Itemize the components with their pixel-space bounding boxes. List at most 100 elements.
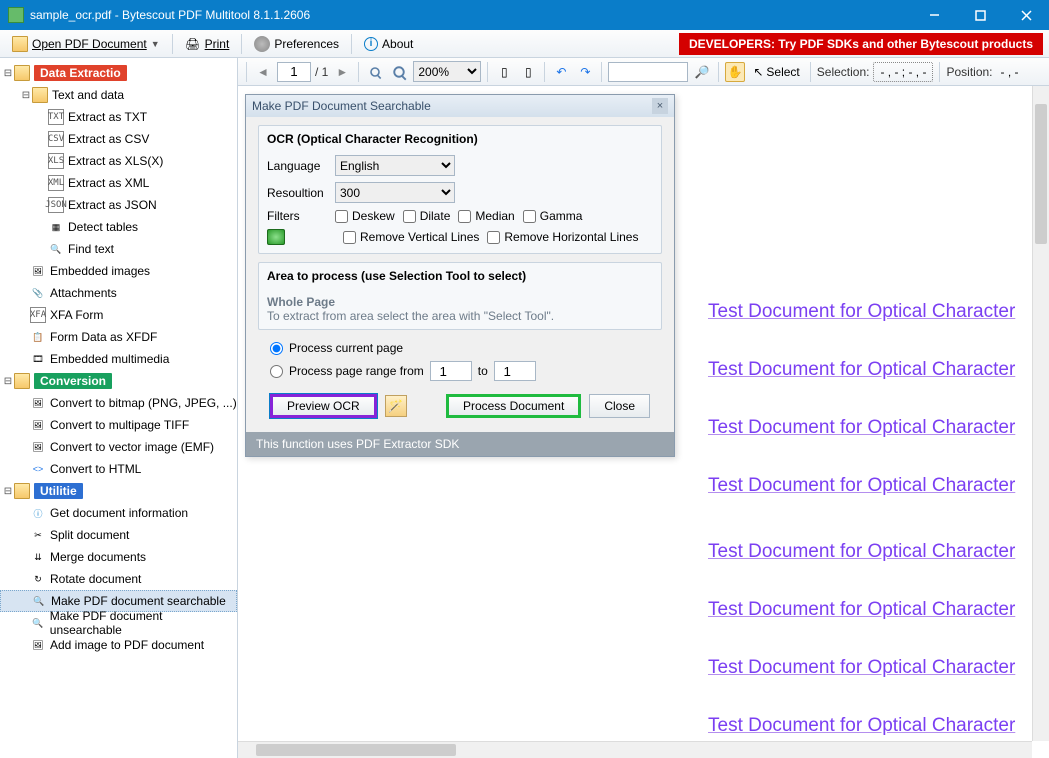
selection-label: Selection: [817, 65, 870, 79]
process-document-button[interactable]: Process Document [446, 394, 581, 418]
gear-icon [254, 36, 270, 52]
doc-toolbar: ◄ / 1 ► 200% ▯ ▯ ↶ ↷ 🔎 ✋ ↖Select Selecti… [238, 58, 1049, 86]
node-convert-html[interactable]: <>Convert to HTML [0, 458, 237, 480]
prev-page-button[interactable]: ◄ [253, 62, 273, 82]
folder-icon [32, 87, 48, 103]
info-icon: i [364, 37, 378, 51]
resolution-select[interactable]: 300 [335, 182, 455, 203]
wand-button[interactable]: 🪄 [385, 395, 407, 417]
range-to-input[interactable] [494, 361, 536, 381]
deskew-checkbox[interactable]: Deskew [335, 209, 395, 223]
process-current-radio[interactable]: Process current page [258, 338, 662, 358]
remove-vertical-checkbox[interactable]: Remove Vertical Lines [343, 230, 479, 244]
node-extract-csv[interactable]: CSVExtract as CSV [0, 128, 237, 150]
node-convert-bitmap[interactable]: 🖼Convert to bitmap (PNG, JPEG, ...) [0, 392, 237, 414]
dilate-checkbox[interactable]: Dilate [403, 209, 451, 223]
gamma-checkbox[interactable]: Gamma [523, 209, 583, 223]
minimize-button[interactable] [911, 0, 957, 30]
collapse-icon[interactable]: ⊟ [2, 486, 14, 497]
preview-text-line: Test Document for Optical Character [708, 301, 1015, 323]
hand-tool-button[interactable]: ✋ [725, 62, 745, 82]
folder-icon [14, 483, 30, 499]
pdf-preview[interactable]: Test Document for Optical Character Test… [708, 86, 1049, 758]
node-extract-json[interactable]: JSONExtract as JSON [0, 194, 237, 216]
find-input[interactable] [608, 62, 688, 82]
area-group: Area to process (use Selection Tool to s… [258, 262, 662, 330]
rotate-left-button[interactable]: ↶ [551, 62, 571, 82]
horizontal-scrollbar[interactable] [238, 741, 1032, 758]
collapse-icon[interactable]: ⊟ [2, 68, 14, 79]
node-split[interactable]: ✂Split document [0, 524, 237, 546]
close-button[interactable] [1003, 0, 1049, 30]
node-extract-txt[interactable]: TXTExtract as TXT [0, 106, 237, 128]
rotate-icon: ↻ [30, 571, 46, 587]
bitmap-icon: 🖼 [30, 395, 46, 411]
search-icon: 🔍 [48, 241, 64, 257]
preferences-button[interactable]: Preferences [248, 34, 345, 54]
node-form-data-xfdf[interactable]: 📋Form Data as XFDF [0, 326, 237, 348]
node-rotate[interactable]: ↻Rotate document [0, 568, 237, 590]
scrollbar-thumb[interactable] [1035, 104, 1047, 244]
collapse-icon[interactable]: ⊟ [2, 376, 14, 387]
node-embedded-multimedia[interactable]: 🎞Embedded multimedia [0, 348, 237, 370]
node-extract-xls[interactable]: XLSExtract as XLS(X) [0, 150, 237, 172]
remove-horizontal-checkbox[interactable]: Remove Horizontal Lines [487, 230, 638, 244]
preview-text-line: Test Document for Optical Character [708, 657, 1015, 679]
xfa-icon: XFA [30, 307, 46, 323]
sidebar-tree: ⊟Data Extractio ⊟Text and data TXTExtrac… [0, 58, 238, 758]
ocr-group: OCR (Optical Character Recognition) Lang… [258, 125, 662, 254]
rotate-right-button[interactable]: ↷ [575, 62, 595, 82]
page-view1-button[interactable]: ▯ [494, 62, 514, 82]
zoom-select[interactable]: 200% [413, 61, 481, 82]
node-text-and-data[interactable]: ⊟Text and data [0, 84, 237, 106]
node-convert-tiff[interactable]: 🖼Convert to multipage TIFF [0, 414, 237, 436]
preview-text-line: Test Document for Optical Character [708, 475, 1015, 497]
node-embedded-images[interactable]: 🖼Embedded images [0, 260, 237, 282]
open-pdf-button[interactable]: Open PDF Document ▼ [6, 34, 166, 54]
node-make-unsearchable[interactable]: 🔍Make PDF document unsearchable [0, 612, 237, 634]
node-xfa-form[interactable]: XFAXFA Form [0, 304, 237, 326]
node-utilities[interactable]: ⊟Utilitie [0, 480, 237, 502]
node-data-extraction[interactable]: ⊟Data Extractio [0, 62, 237, 84]
print-button[interactable]: 🖨 Print [179, 34, 236, 54]
next-page-button[interactable]: ► [332, 62, 352, 82]
multimedia-icon: 🎞 [30, 351, 46, 367]
node-detect-tables[interactable]: ▦Detect tables [0, 216, 237, 238]
collapse-icon[interactable]: ⊟ [20, 90, 32, 101]
dialog-close-btn[interactable]: Close [589, 394, 650, 418]
preview-ocr-button[interactable]: Preview OCR [270, 394, 377, 418]
range-from-input[interactable] [430, 361, 472, 381]
app-icon [8, 7, 24, 23]
zoom-out-button[interactable] [365, 62, 385, 82]
node-extract-xml[interactable]: XMLExtract as XML [0, 172, 237, 194]
about-button[interactable]: i About [358, 35, 419, 53]
ocr-dialog: Make PDF Document Searchable × OCR (Opti… [245, 94, 675, 457]
dropdown-icon: ▼ [151, 39, 160, 49]
dialog-title: Make PDF Document Searchable [252, 99, 431, 113]
page-view2-button[interactable]: ▯ [518, 62, 538, 82]
find-button[interactable]: 🔎 [692, 62, 712, 82]
node-attachments[interactable]: 📎Attachments [0, 282, 237, 304]
node-conversion[interactable]: ⊟Conversion [0, 370, 237, 392]
developers-banner[interactable]: DEVELOPERS: Try PDF SDKs and other Bytes… [679, 33, 1043, 55]
node-get-info[interactable]: ⓘGet document information [0, 502, 237, 524]
dialog-close-button[interactable]: × [652, 98, 668, 114]
median-checkbox[interactable]: Median [458, 209, 514, 223]
vertical-scrollbar[interactable] [1032, 86, 1049, 741]
node-find-text[interactable]: 🔍Find text [0, 238, 237, 260]
process-range-radio[interactable]: Process page range from to [258, 358, 662, 384]
area-header: Area to process (use Selection Tool to s… [259, 263, 661, 289]
scrollbar-thumb[interactable] [256, 744, 456, 756]
node-merge[interactable]: ⇊Merge documents [0, 546, 237, 568]
about-label: About [382, 37, 413, 51]
maximize-button[interactable] [957, 0, 1003, 30]
printer-icon: 🖨 [185, 36, 201, 52]
node-convert-vector[interactable]: 🖼Convert to vector image (EMF) [0, 436, 237, 458]
language-select[interactable]: English [335, 155, 455, 176]
zoom-in-button[interactable] [389, 62, 409, 82]
page-input[interactable] [277, 62, 311, 82]
node-add-image[interactable]: 🖼Add image to PDF document [0, 634, 237, 656]
menubar: Open PDF Document ▼ 🖨 Print Preferences … [0, 30, 1049, 58]
select-tool-button[interactable]: ↖Select [749, 62, 803, 82]
csv-icon: CSV [48, 131, 64, 147]
